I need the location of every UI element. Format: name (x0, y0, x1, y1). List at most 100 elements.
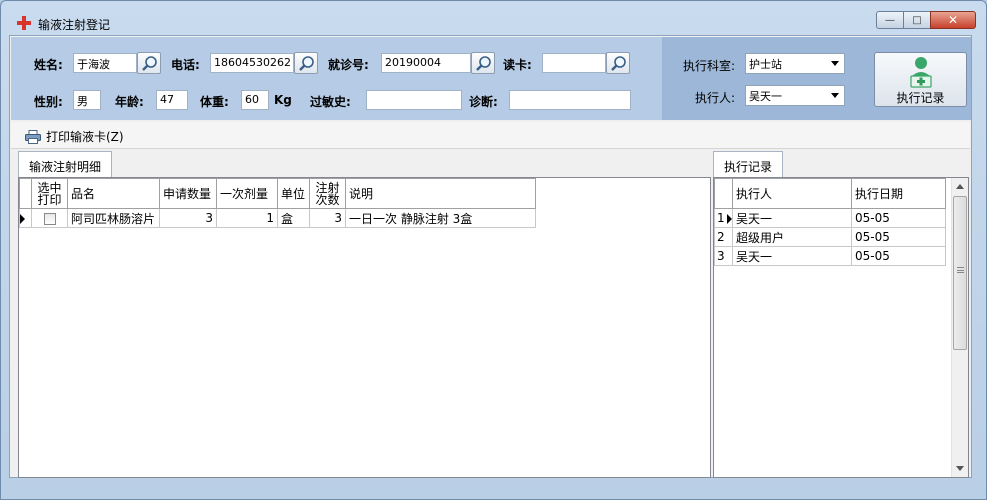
name-field[interactable]: 于海波 (73, 53, 137, 73)
table-row[interactable]: 1 吴天一 05-05 (714, 208, 946, 228)
col-exec-person[interactable]: 执行人 (732, 178, 852, 209)
visit-number-field[interactable]: 20190004 (381, 53, 471, 73)
cell-times[interactable]: 3 (309, 208, 346, 228)
row-index: 3 (714, 246, 733, 266)
phone-search-button[interactable] (294, 52, 318, 74)
cell-exec-date[interactable]: 05-05 (851, 208, 946, 228)
cell-exec-person[interactable]: 吴天一 (732, 246, 852, 266)
cell-unit[interactable]: 盒 (277, 208, 310, 228)
title-bar[interactable]: 输液注射登记 — □ ✕ (1, 1, 986, 35)
cell-name[interactable]: 阿司匹林肠溶片 (67, 208, 160, 228)
cell-note[interactable]: 一日一次 静脉注射 3盒 (345, 208, 536, 228)
diagnosis-field[interactable] (509, 90, 631, 110)
col-note[interactable]: 说明 (345, 178, 536, 209)
name-label: 姓名: (34, 58, 63, 72)
gender-label: 性别: (34, 95, 63, 109)
toolbar: 打印输液卡(Z) (11, 122, 970, 149)
patient-form: 姓名: 于海波 电话: 18604530262 就诊号: 20190004 读卡… (11, 37, 662, 120)
cell-exec-person[interactable]: 吴天一 (732, 208, 852, 228)
visit-label: 就诊号: (328, 58, 369, 72)
window-controls: — □ ✕ (876, 11, 976, 29)
exec-dept-select[interactable]: 护士站 (745, 53, 845, 74)
infusion-detail-table: 选中 打印 品名 申请数量 一次剂量 单位 注射 次数 说明 阿司匹林肠溶片 3… (19, 178, 536, 228)
client-area: 姓名: 于海波 电话: 18604530262 就诊号: 20190004 读卡… (9, 35, 972, 478)
card-label: 读卡: (503, 58, 532, 72)
phone-label: 电话: (171, 58, 200, 72)
exec-dept-value: 护士站 (749, 58, 782, 71)
execution-record-grid: 执行人 执行日期 1 吴天一 05-05 2 超级用户 05-05 3 吴天一 … (713, 177, 969, 478)
scroll-up-icon[interactable] (956, 184, 964, 189)
allergy-field[interactable] (366, 90, 462, 110)
diagnosis-label: 诊断: (469, 95, 498, 109)
app-cross-icon (17, 16, 31, 30)
tab-infusion-details[interactable]: 输液注射明细 (18, 151, 113, 177)
close-button[interactable]: ✕ (930, 11, 976, 29)
dropdown-arrow-icon (831, 61, 839, 66)
row-index: 1 (714, 208, 733, 228)
card-search-button[interactable] (606, 52, 630, 74)
cell-exec-date[interactable]: 05-05 (851, 227, 946, 247)
minimize-button[interactable]: — (876, 11, 904, 29)
maximize-button[interactable]: □ (903, 11, 931, 29)
search-icon (142, 56, 157, 71)
exec-dept-label: 执行科室: (683, 59, 736, 73)
row-index-value: 1 (717, 211, 725, 225)
row-pointer-icon (726, 213, 732, 224)
scroll-down-icon[interactable] (956, 466, 964, 471)
row-pointer-icon (20, 213, 25, 224)
table-row[interactable]: 3 吴天一 05-05 (714, 246, 946, 266)
execution-record-table: 执行人 执行日期 1 吴天一 05-05 2 超级用户 05-05 3 吴天一 … (714, 178, 946, 266)
col-dose[interactable]: 一次剂量 (216, 178, 278, 209)
search-icon (299, 56, 314, 71)
exec-person-value: 吴天一 (749, 90, 782, 103)
allergy-label: 过敏史: (310, 95, 351, 109)
printer-icon (25, 129, 41, 144)
table-row[interactable]: 阿司匹林肠溶片 3 1 盒 3 一日一次 静脉注射 3盒 (19, 208, 536, 228)
row-index: 2 (714, 227, 733, 247)
row-pointer[interactable] (19, 208, 32, 228)
execution-record-label: 执行记录 (896, 91, 945, 105)
col-qty[interactable]: 申请数量 (159, 178, 217, 209)
infusion-detail-grid: 选中 打印 品名 申请数量 一次剂量 单位 注射 次数 说明 阿司匹林肠溶片 3… (18, 177, 711, 478)
select-print-checkbox[interactable] (43, 212, 56, 225)
select-cell[interactable] (31, 208, 68, 228)
nurse-add-icon (910, 57, 932, 88)
col-exec-date[interactable]: 执行日期 (851, 178, 946, 209)
execution-panel: 执行科室: 护士站 执行人: 吴天一 执行记录 (662, 37, 971, 120)
gender-field[interactable]: 男 (73, 90, 101, 110)
print-card-button[interactable]: 打印输液卡(Z) (25, 128, 124, 145)
cell-dose[interactable]: 1 (216, 208, 278, 228)
name-search-button[interactable] (137, 52, 161, 74)
cell-exec-date[interactable]: 05-05 (851, 246, 946, 266)
phone-field[interactable]: 18604530262 (210, 53, 294, 73)
execution-record-button[interactable]: 执行记录 (874, 52, 967, 107)
age-field[interactable]: 47 (156, 90, 188, 110)
row-header-corner (19, 178, 32, 209)
age-label: 年龄: (115, 95, 144, 109)
scroll-thumb[interactable] (953, 196, 967, 350)
exec-person-select[interactable]: 吴天一 (745, 85, 845, 106)
card-field[interactable] (542, 53, 606, 73)
cell-qty[interactable]: 3 (159, 208, 217, 228)
col-times[interactable]: 注射 次数 (309, 178, 346, 209)
weight-field[interactable]: 60 (241, 90, 269, 110)
weight-label: 体重: (200, 95, 229, 109)
cell-exec-person[interactable]: 超级用户 (732, 227, 852, 247)
col-select-print[interactable]: 选中 打印 (31, 178, 68, 209)
search-icon (611, 56, 626, 71)
col-unit[interactable]: 单位 (277, 178, 310, 209)
main-window: 输液注射登记 — □ ✕ 姓名: 于海波 电话: 18604530262 就诊号… (0, 0, 987, 500)
visit-search-button[interactable] (471, 52, 495, 74)
print-card-label: 打印输液卡(Z) (46, 130, 124, 144)
window-title: 输液注射登记 (38, 18, 111, 32)
tab-execution-records[interactable]: 执行记录 (713, 151, 784, 177)
vertical-scrollbar[interactable] (951, 178, 968, 477)
table-row[interactable]: 2 超级用户 05-05 (714, 227, 946, 247)
row-header-corner (714, 178, 733, 209)
weight-unit: Kg (274, 93, 292, 107)
col-name[interactable]: 品名 (67, 178, 160, 209)
scroll-grip-icon (957, 267, 964, 273)
dropdown-arrow-icon (831, 93, 839, 98)
exec-person-label: 执行人: (695, 91, 736, 105)
search-icon (476, 56, 491, 71)
